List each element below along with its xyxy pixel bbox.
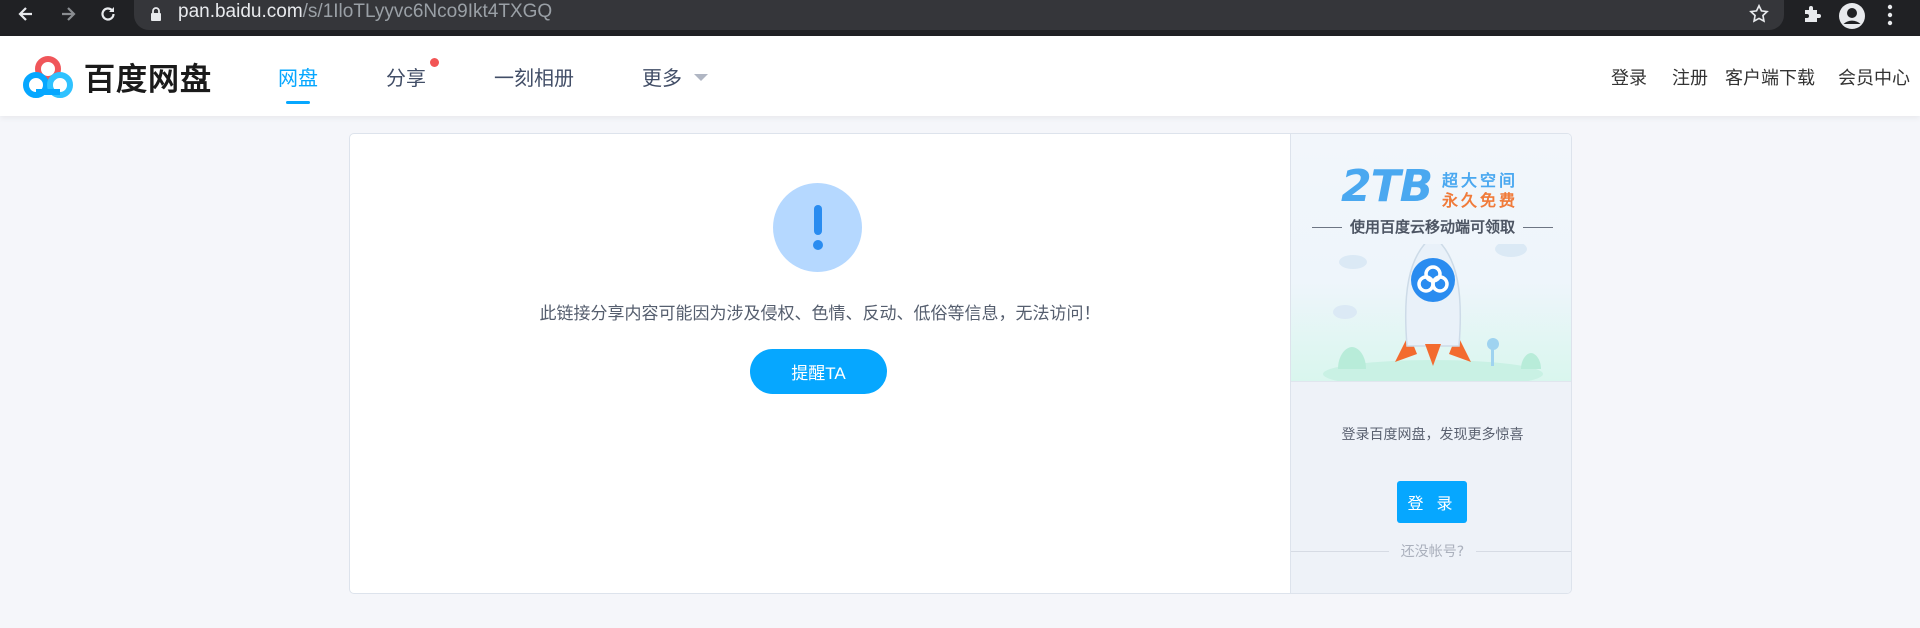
divider-line [1291, 550, 1389, 552]
url-host: pan.baidu.com [178, 1, 303, 22]
register-link[interactable]: 注册 [1672, 64, 1708, 90]
url-text: pan.baidu.com/s/1IloTLyyvc6Nco9Ikt4TXGQ [178, 1, 552, 23]
back-icon[interactable] [8, 0, 44, 28]
logo-text: 百度网盘 [84, 62, 212, 98]
share-error-card: 此链接分享内容可能因为涉及侵权、色情、反动、低俗等信息，无法访问！ 提醒TA 2… [349, 133, 1572, 594]
browser-toolbar: pan.baidu.com/s/1IloTLyyvc6Nco9Ikt4TXGQ [0, 0, 1920, 36]
chrome-menu-icon[interactable] [1886, 4, 1894, 30]
no-account-divider: 还没帐号? [1291, 541, 1571, 561]
forward-icon[interactable] [50, 0, 86, 28]
promo-2tb-text: 2TB [1341, 161, 1433, 212]
nav-item-more[interactable]: 更多 [642, 62, 682, 91]
address-bar[interactable]: pan.baidu.com/s/1IloTLyyvc6Nco9Ikt4TXGQ [134, 0, 1784, 30]
warning-icon [773, 183, 862, 272]
member-center-link[interactable]: 会员中心 [1838, 64, 1910, 90]
reload-icon[interactable] [90, 0, 126, 28]
bookmark-star-icon[interactable] [1748, 3, 1770, 29]
url-path: /s/1IloTLyyvc6Nco9Ikt4TXGQ [302, 1, 553, 22]
login-button[interactable]: 登 录 [1397, 481, 1467, 523]
error-panel: 此链接分享内容可能因为涉及侵权、色情、反动、低俗等信息，无法访问！ 提醒TA [350, 134, 1290, 593]
error-message: 此链接分享内容可能因为涉及侵权、色情、反动、低俗等信息，无法访问！ [539, 304, 1101, 324]
nav-item-netdisk[interactable]: 网盘 [278, 62, 318, 91]
site-header: 百度网盘 网盘 分享 一刻相册 更多 登录 注册 客户端下载 会员中心 [0, 36, 1920, 116]
promo-line2: 永久免费 [1442, 191, 1519, 210]
promo-tagline: 使用百度云移动端可领取 [1291, 216, 1571, 237]
nav-item-share[interactable]: 分享 [386, 62, 426, 91]
lock-icon [150, 6, 162, 25]
extensions-puzzle-icon[interactable] [1800, 2, 1824, 30]
nav-item-album[interactable]: 一刻相册 [494, 62, 574, 91]
chevron-down-icon[interactable] [694, 74, 708, 81]
cloud-logo-icon [23, 55, 73, 98]
login-sidebar: 2TB 超大空间 永久免费 使用百度云移动端可领取 登录百度网盘，发现更多惊喜 … [1290, 134, 1571, 593]
profile-avatar-icon[interactable] [1838, 2, 1866, 34]
notification-dot [430, 58, 439, 67]
remind-button[interactable]: 提醒TA [750, 349, 887, 394]
no-account-link[interactable]: 还没帐号? [1389, 541, 1476, 561]
divider-line [1476, 550, 1571, 552]
active-nav-indicator [286, 101, 310, 104]
login-tip: 登录百度网盘，发现更多惊喜 [1341, 427, 1524, 443]
rocket-illustration [1323, 244, 1543, 381]
client-download-link[interactable]: 客户端下载 [1725, 64, 1815, 90]
baidu-netdisk-logo[interactable]: 百度网盘 [22, 54, 212, 99]
login-link[interactable]: 登录 [1611, 64, 1647, 90]
promo-banner[interactable]: 2TB 超大空间 永久免费 使用百度云移动端可领取 [1291, 134, 1571, 382]
